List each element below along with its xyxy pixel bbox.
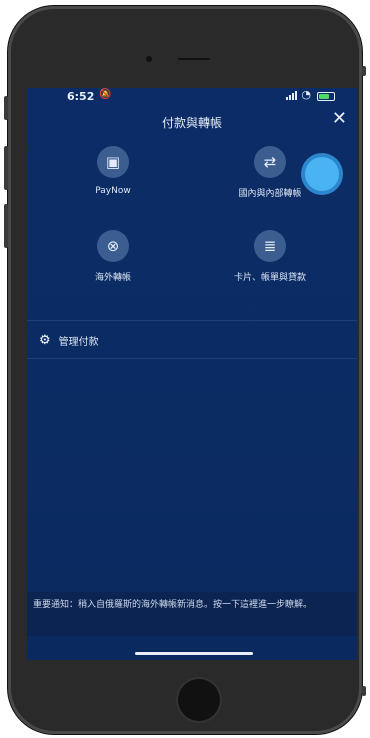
silent-bell-icon: 🔕 [99,89,112,100]
gear-icon: ⚙ [39,333,51,348]
tile-label: PayNow [95,186,131,196]
app-screen: 6:52 🔕 ◔ 付款與轉帳 ✕ ▣ PayNow ⇄ 國內與內部轉帳 ⊗ 海外… [27,88,357,660]
globe-icon: ⊗ [97,230,129,262]
battery-icon [317,92,335,101]
side-button-mute [4,96,8,120]
divider [27,358,357,359]
status-bar: 6:52 🔕 ◔ [27,88,357,106]
signal-icon [286,91,297,100]
manage-payments-label: 管理付款 [58,337,99,348]
manage-payments-row[interactable]: ⚙ 管理付款 [39,333,99,348]
page-title: 付款與轉帳 [161,116,222,130]
tile-overseas-transfer[interactable]: ⊗ 海外轉帳 [53,230,173,283]
home-indicator [135,652,253,655]
close-icon[interactable]: ✕ [332,110,347,128]
side-button-volume-down [4,204,8,248]
notice-text: 重要通知：稍入自俄羅斯的海外轉帳新消息。按一下這裡進一步瞭解。 [33,600,313,610]
tile-label: 卡片、帳單與貸款 [233,273,306,283]
side-button-volume-up [4,146,8,190]
earpiece-speaker [178,58,210,60]
wifi-icon: ◔ [301,88,311,101]
bill-icon: ≣ [254,230,286,262]
status-time: 6:52 [67,90,95,103]
tile-label: 海外轉帳 [94,273,131,283]
important-notice-banner[interactable]: 重要通知：稍入自俄羅斯的海外轉帳新消息。按一下這裡進一步瞭解。 [27,592,357,636]
side-button-power [362,66,366,76]
tile-paynow[interactable]: ▣ PayNow [53,146,173,196]
side-button-right [362,686,366,696]
tile-cards-bills-loans[interactable]: ≣ 卡片、帳單與貸款 [210,230,330,283]
transfer-arrows-icon: ⇄ [254,146,286,178]
phone-pay-icon: ▣ [97,146,129,178]
divider [27,320,357,321]
home-button[interactable] [178,679,220,721]
touch-indicator [305,157,339,191]
front-camera [146,56,152,62]
